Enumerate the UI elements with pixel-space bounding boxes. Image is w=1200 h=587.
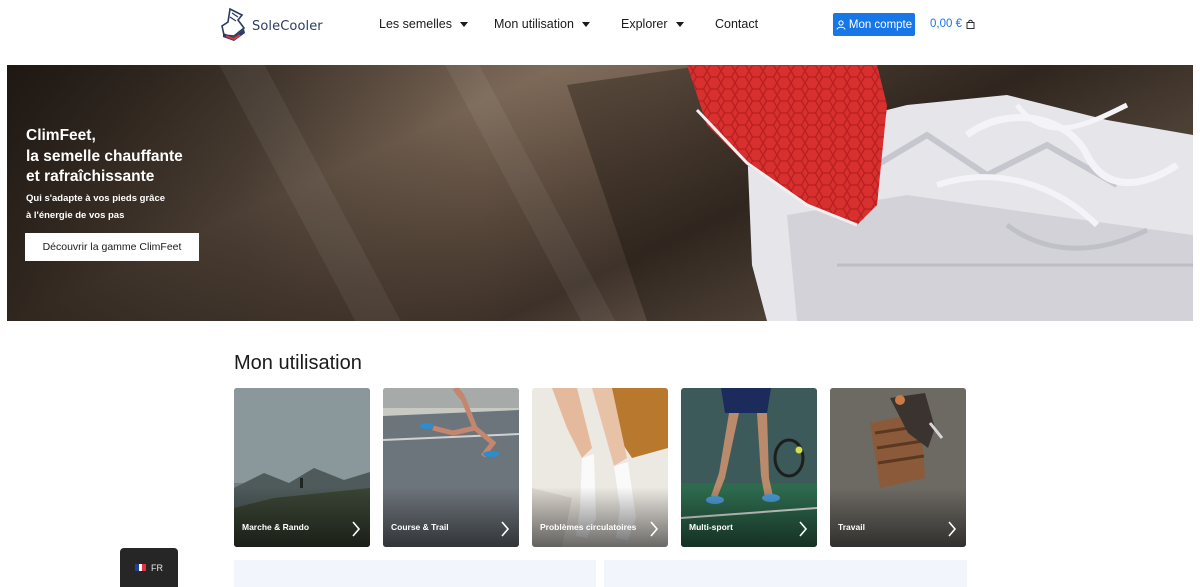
cart-link[interactable]: 0,00 € [930, 18, 975, 30]
caret-down-icon [459, 22, 468, 27]
chevron-right-icon [948, 521, 957, 537]
hero-title-line: la semelle chauffante [26, 147, 183, 165]
hero-subtitle-line: Qui s'adapte à vos pieds grâce [26, 193, 166, 204]
nav-item-contact[interactable]: Contact [715, 17, 758, 31]
nav-label: Contact [715, 17, 759, 31]
nav-item-explorer[interactable]: Explorer [621, 17, 684, 31]
language-code: FR [151, 562, 163, 573]
nav-label: Mon utilisation [494, 17, 574, 31]
chevron-right-icon [501, 521, 510, 537]
france-flag-icon [135, 564, 147, 571]
chevron-right-icon [799, 521, 808, 537]
usage-cards: Marche & Rando Course & Trail Problèmes … [234, 388, 967, 547]
usage-card-travail[interactable]: Travail [830, 388, 966, 547]
hero-title-line: et rafraîchissante [26, 168, 155, 185]
nav-label: Explorer [621, 17, 668, 31]
usage-card-label: Travail [838, 522, 865, 532]
content-panel [234, 560, 596, 587]
usage-card-problemes-circulatoires[interactable]: Problèmes circulatoires [532, 388, 668, 547]
hero-subtitle: Qui s'adapte à vos pieds grâce à l'énerg… [26, 190, 165, 224]
usage-card-label: Problèmes circulatoires [540, 522, 637, 532]
chevron-right-icon [352, 521, 361, 537]
caret-down-icon [675, 22, 684, 27]
shopping-bag-icon [966, 19, 975, 29]
discover-range-button[interactable]: Découvrir la gamme ClimFeet [25, 233, 199, 261]
usage-card-course-trail[interactable]: Course & Trail [383, 388, 519, 547]
sneaker-insole-image [567, 65, 1193, 321]
hero-subtitle-line: à l'énergie de vos pas [26, 210, 125, 221]
cart-total: 0,00 € [930, 18, 962, 30]
nav-item-mon-utilisation[interactable]: Mon utilisation [494, 17, 590, 31]
usage-card-marche-rando[interactable]: Marche & Rando [234, 388, 370, 547]
usage-card-label: Course & Trail [391, 522, 449, 532]
shoe-logo-icon [221, 7, 246, 41]
site-header: SoleCooler Les semelles Mon utilisation … [0, 0, 1200, 52]
account-button[interactable]: Mon compte [833, 13, 915, 36]
hero-banner: ClimFeet, la semelle chauffante et rafra… [7, 65, 1193, 321]
hero-title: ClimFeet, la semelle chauffante et rafra… [26, 126, 183, 188]
usage-card-label: Multi-sport [689, 522, 733, 532]
nav-label: Les semelles [379, 17, 452, 31]
usage-card-multi-sport[interactable]: Multi-sport [681, 388, 817, 547]
user-icon [836, 19, 846, 30]
content-panel [604, 560, 967, 587]
chevron-right-icon [650, 521, 659, 537]
hero-title-line: ClimFeet, [26, 127, 96, 144]
brand-logo[interactable]: SoleCooler [220, 6, 323, 46]
usage-card-label: Marche & Rando [242, 522, 310, 532]
section-title: Mon utilisation [234, 352, 362, 374]
caret-down-icon [581, 22, 590, 27]
nav-item-les-semelles[interactable]: Les semelles [379, 17, 468, 31]
account-label: Mon compte [848, 18, 913, 31]
language-switcher[interactable]: FR [120, 548, 178, 587]
brand-name: SoleCooler [252, 18, 323, 34]
